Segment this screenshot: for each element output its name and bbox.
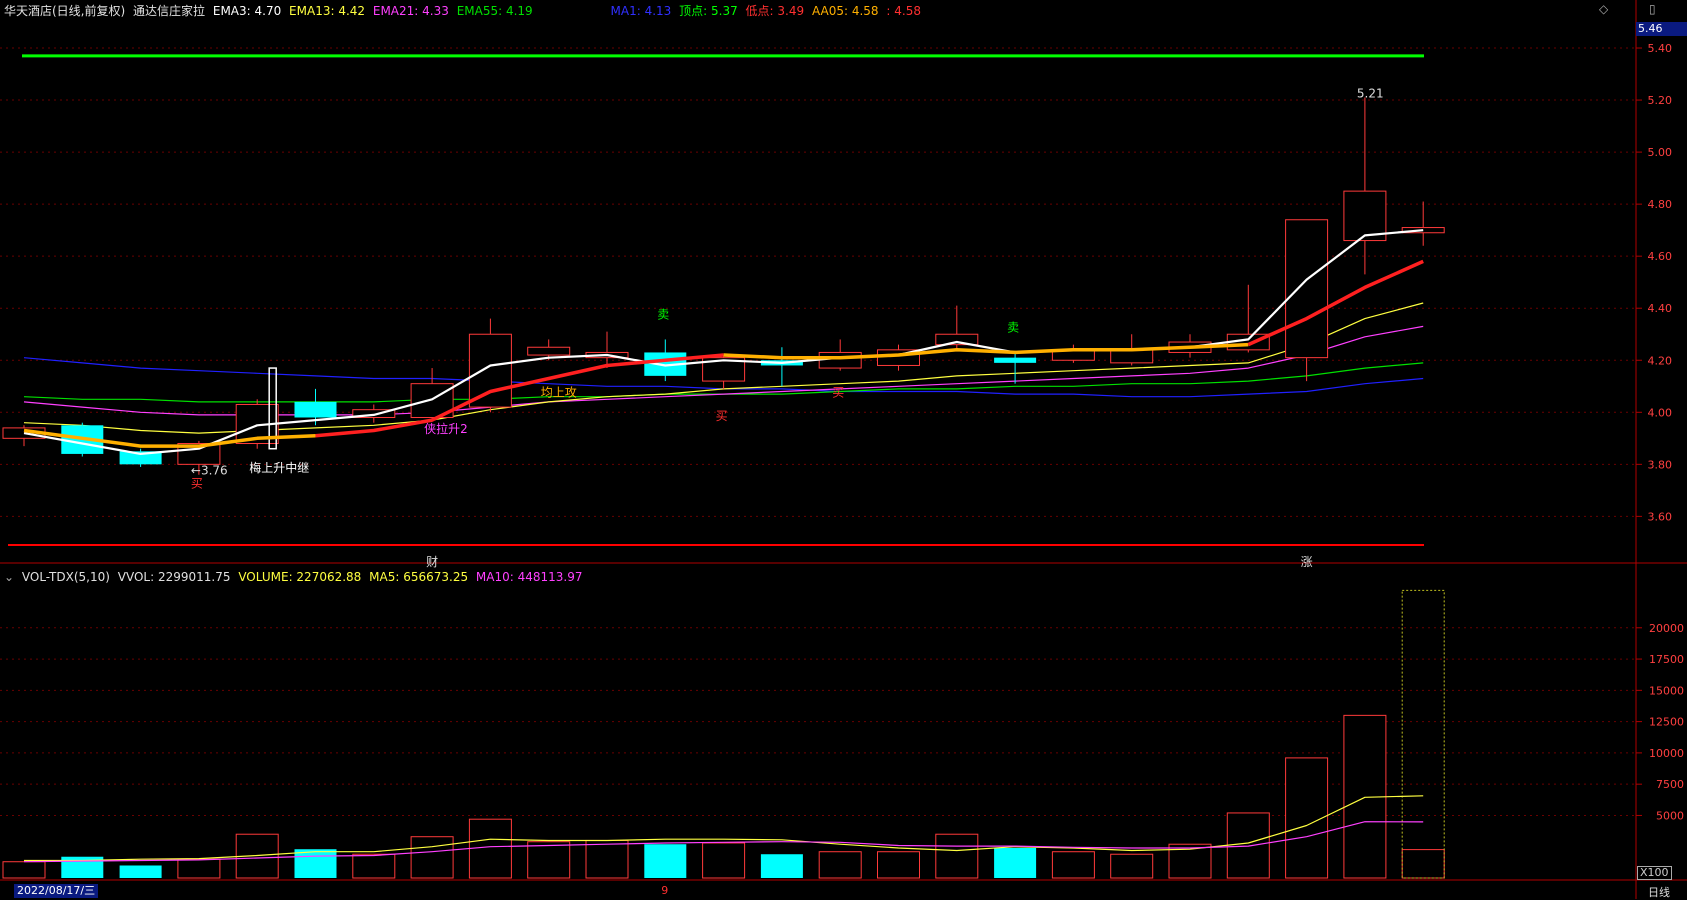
volume-bottom-mark: 9 (661, 884, 668, 897)
chart-annotation: 买 (716, 409, 728, 423)
scale-label[interactable]: X100 (1637, 866, 1672, 880)
vvol-value: VVOL: 2299011.75 (117, 570, 231, 584)
price-bottom-mark: 财 (426, 555, 438, 569)
price-tick-label: 5.40 (1648, 42, 1673, 55)
price-tick-label: 3.60 (1648, 510, 1673, 523)
volume-tick-label: 10000 (1649, 747, 1684, 760)
volume-value: VOLUME: 227062.88 (238, 570, 362, 584)
low-value: 低点: 3.49 (745, 4, 805, 18)
candle-body-up (527, 346, 571, 356)
ema55-value: EMA55: 4.19 (456, 4, 533, 18)
volume-bar-up (702, 842, 746, 879)
volume-bar-up (935, 833, 979, 879)
volume-tick-label: 12500 (1649, 716, 1684, 729)
diamond-icon[interactable]: ◇ (1599, 2, 1608, 16)
chart-annotation: 梅上升中继 (249, 460, 309, 475)
vol-header: ⌄ VOL-TDX(5,10) VVOL: 2299011.75 VOLUME:… (4, 570, 587, 584)
chart-annotation: 5.21 (1357, 86, 1384, 100)
volume-bar-up (818, 851, 862, 879)
chart-annotation: 买 (832, 386, 844, 400)
top-value: 顶点: 5.37 (679, 4, 738, 18)
chart-annotation: 卖 (1007, 321, 1019, 335)
volume-bar-up (2, 861, 46, 879)
volume-bar-up (177, 858, 221, 879)
price-tick-label: 5.20 (1648, 94, 1673, 107)
candle-body-up (468, 333, 512, 408)
price-tick-label: 3.80 (1648, 458, 1673, 471)
volume-bar-up (410, 836, 454, 879)
current-price-box: 5.46 (1636, 22, 1687, 36)
volume-tick-label: 7500 (1656, 778, 1684, 791)
volume-bar-up (1051, 851, 1095, 879)
candle-body-up (818, 351, 862, 369)
volume-bar-up (468, 818, 512, 879)
volume-bar-up (1226, 812, 1270, 879)
volume-tick-label: 15000 (1649, 684, 1684, 697)
window-icon[interactable]: ▯ (1649, 2, 1656, 16)
chart-annotation: 侠拉升2 (424, 421, 468, 436)
price-tick-label: 4.20 (1648, 354, 1673, 367)
period-label[interactable]: 日线 (1648, 884, 1670, 900)
candle-body-down (294, 401, 337, 418)
volume-bar-up (527, 841, 571, 879)
volume-tick-label: 5000 (1656, 809, 1684, 822)
volume-bar-down (294, 849, 337, 878)
vol-collapse-icon[interactable]: ⌄ (4, 570, 14, 584)
price-tick-label: 4.00 (1648, 406, 1673, 419)
ma5-value: MA5: 656673.25 (369, 570, 469, 584)
volume-bar-down (644, 844, 687, 878)
volume-projected-total (1401, 589, 1445, 879)
stock-title: 华天酒店(日线,前复权) (4, 4, 126, 18)
candle-body-down (994, 357, 1037, 363)
ema13-value: EMA13: 4.42 (289, 4, 366, 18)
volume-bar-down (994, 847, 1037, 878)
main-header: 华天酒店(日线,前复权) 通达信庄家拉 EMA3: 4.70 EMA13: 4.… (4, 2, 925, 19)
indicator-name: 通达信庄家拉 (133, 4, 206, 18)
volume-bar-up (1110, 853, 1154, 879)
date-label: 2022/08/17/三 (14, 884, 99, 898)
volume-bar-up (877, 851, 920, 879)
volume-bar-down (760, 854, 803, 878)
candle-body-up (1110, 349, 1154, 364)
volume-tick-label: 20000 (1649, 622, 1684, 635)
aa05-tail: : 4.58 (886, 4, 921, 18)
candle-body-up (1285, 219, 1329, 359)
volume-bar-up (1401, 849, 1445, 879)
vol-name: VOL-TDX(5,10) (21, 570, 110, 584)
chart-annotation: ←3.76 (191, 464, 228, 478)
price-bottom-mark: 涨 (1301, 554, 1313, 569)
kline-chart[interactable]: 3.60 3.80 4.00 4.20 4.40 4.60 4.80 5.00 5.20 5.40… (0, 0, 1687, 899)
chart-annotation: 均上攻 (541, 386, 577, 400)
aa05-value: AA05: 4.58 (811, 4, 879, 18)
price-tick-label: 4.40 (1648, 302, 1673, 315)
volume-bar-up (352, 853, 396, 879)
chart-annotation: 买 (191, 477, 203, 491)
chart-annotation: 卖 (657, 308, 669, 322)
ema3-value: EMA3: 4.70 (212, 4, 282, 18)
ema21-value: EMA21: 4.33 (372, 4, 449, 18)
price-tick-label: 5.00 (1648, 146, 1673, 159)
ma1-value: MA1: 4.13 (610, 4, 672, 18)
volume-bar-up (585, 839, 629, 879)
price-tick-label: 4.60 (1648, 250, 1673, 263)
volume-bar-down (119, 865, 162, 878)
volume-tick-label: 17500 (1649, 653, 1684, 666)
ma10-value: MA10: 448113.97 (475, 570, 583, 584)
price-tick-label: 4.80 (1648, 198, 1673, 211)
